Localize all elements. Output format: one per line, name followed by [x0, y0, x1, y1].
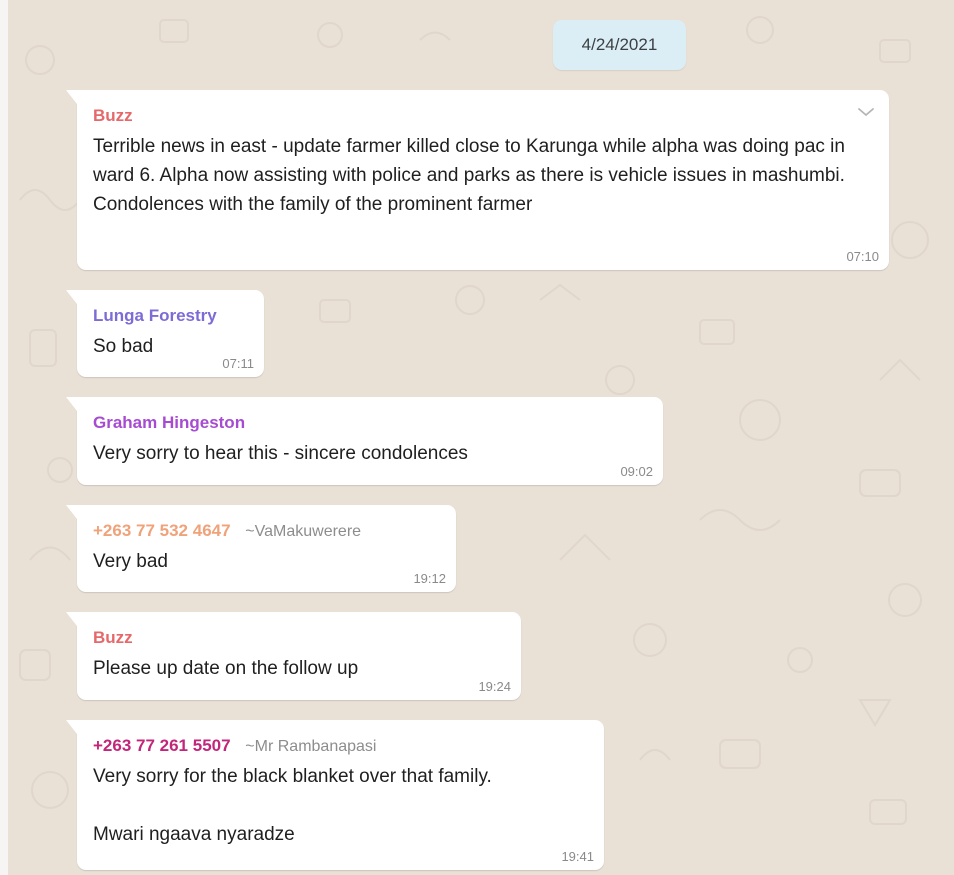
sender-name[interactable]: Lunga Forestry: [93, 306, 217, 325]
sender-row: Buzz: [93, 628, 505, 648]
message-bubble[interactable]: Lunga Forestry So bad 07:11: [66, 290, 264, 377]
message-time: 07:11: [222, 356, 254, 371]
sender-phone[interactable]: +263 77 532 4647: [93, 521, 231, 540]
sender-row: +263 77 261 5507 ~Mr Rambanapasi: [93, 736, 588, 756]
sender-phone[interactable]: +263 77 261 5507: [93, 736, 231, 755]
message-time: 09:02: [620, 464, 653, 479]
sender-alias: ~Mr Rambanapasi: [245, 738, 377, 755]
sender-alias: ~VaMakuwerere: [245, 523, 362, 540]
message-bubble[interactable]: +263 77 261 5507 ~Mr Rambanapasi Very so…: [66, 720, 604, 870]
message-bubble[interactable]: +263 77 532 4647 ~VaMakuwerere Very bad …: [66, 505, 456, 592]
date-label: 4/24/2021: [581, 35, 658, 54]
message-time: 19:41: [561, 849, 594, 864]
message-bubble[interactable]: Buzz Terrible news in east - update farm…: [66, 90, 889, 270]
sender-name[interactable]: Buzz: [93, 628, 133, 647]
sender-row: +263 77 532 4647 ~VaMakuwerere: [93, 521, 440, 541]
sender-name[interactable]: Buzz: [93, 106, 133, 125]
message-bubble[interactable]: Graham Hingeston Very sorry to hear this…: [66, 397, 663, 485]
sender-row: Graham Hingeston: [93, 413, 647, 433]
message-text: Terrible news in east - update farmer ki…: [93, 136, 851, 215]
message-text: Very sorry to hear this - sincere condol…: [93, 443, 468, 464]
message-text: Very sorry for the black blanket over th…: [93, 766, 492, 845]
date-divider: 4/24/2021: [553, 20, 686, 70]
left-edge-strip: [0, 0, 8, 875]
message-text: Please up date on the follow up: [93, 658, 359, 679]
sender-row: Buzz: [93, 106, 873, 126]
message-time: 19:24: [478, 679, 511, 694]
sender-row: Lunga Forestry: [93, 306, 248, 326]
message-time: 07:10: [846, 249, 879, 264]
message-time: 19:12: [413, 571, 446, 586]
sender-name[interactable]: Graham Hingeston: [93, 413, 245, 432]
chevron-down-icon[interactable]: [857, 106, 875, 118]
message-text: Very bad: [93, 551, 168, 572]
message-bubble[interactable]: Buzz Please up date on the follow up 19:…: [66, 612, 521, 700]
